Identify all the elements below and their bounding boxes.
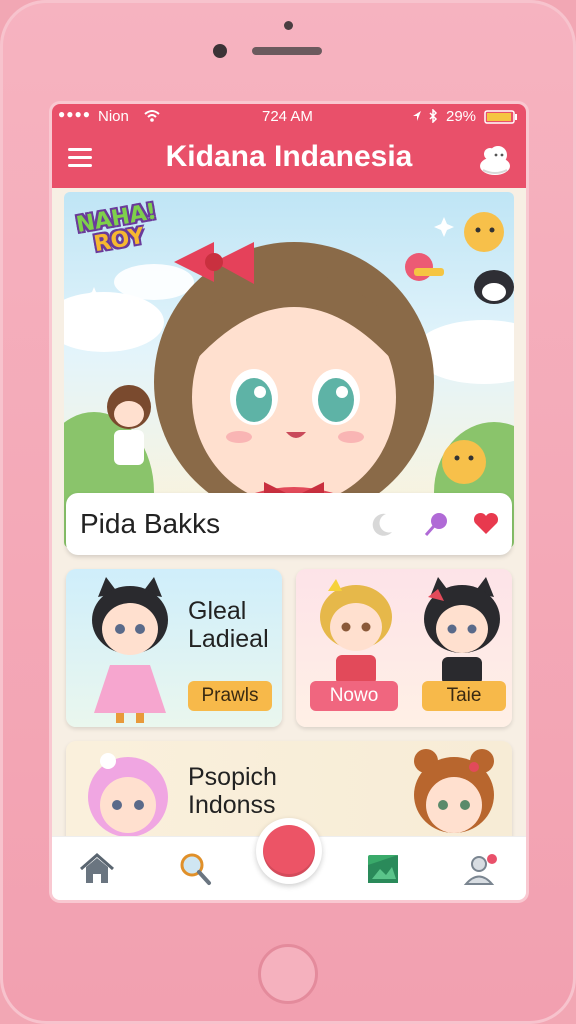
status-bar: ●●●● Nion 724 AM 29% (52, 104, 526, 130)
heart-icon[interactable] (472, 510, 500, 538)
carrier-name: Nion (98, 108, 129, 125)
character-card-2[interactable]: Nowo Taie (296, 569, 512, 727)
character-card-1[interactable]: Gleal Ladieal Prawls (66, 569, 282, 727)
proximity-sensor (284, 21, 293, 30)
profile-avatar-icon[interactable] (476, 140, 514, 178)
image-icon[interactable] (364, 851, 402, 887)
card-1-title-line1: Gleal (188, 597, 247, 625)
search-icon[interactable] (176, 851, 214, 887)
earpiece-speaker (252, 47, 322, 55)
character-illustration-blonde-girl (320, 579, 392, 685)
status-time: 724 AM (262, 108, 313, 125)
location-arrow-icon (413, 111, 421, 121)
signal-dots: ●●●● (58, 107, 91, 121)
content-area: NAHA! ROY Pida Bakks Gleal Ladieal Prawl… (52, 188, 526, 851)
card-1-title-line2: Ladieal (188, 625, 269, 653)
card-2-right-button[interactable]: Taie (422, 681, 506, 711)
app-screen: ●●●● Nion 724 AM 29% Kidana Indanesia NA… (52, 104, 526, 900)
wifi-icon (144, 110, 160, 122)
profile-icon[interactable] (462, 851, 500, 887)
card-1-title: Gleal Ladieal (188, 597, 269, 653)
battery-icon (484, 110, 517, 124)
phone-home-button[interactable] (258, 944, 318, 1004)
hero-card-title: Pida Bakks (80, 508, 221, 539)
character-illustration-cat-girl (92, 577, 168, 723)
card-3-title-line2: Indonss (188, 791, 276, 819)
card-2-left-button[interactable]: Nowo (310, 681, 398, 711)
record-icon (263, 825, 315, 877)
battery-percent: 29% (446, 108, 477, 125)
character-illustration-brown-hair-girl (414, 749, 494, 833)
card-1-button[interactable]: Prawls (188, 681, 272, 711)
moon-icon[interactable] (368, 510, 396, 538)
record-button[interactable] (256, 818, 322, 884)
card-3-title-line1: Psopich (188, 763, 277, 791)
bluetooth-icon (429, 109, 438, 123)
app-title: Kidana Indanesia (165, 140, 413, 173)
lollipop-icon[interactable] (422, 510, 450, 538)
character-illustration-black-cat-girl (424, 577, 500, 685)
card-3-title: Psopich Indonss (188, 763, 277, 819)
hero-card[interactable]: Pida Bakks (66, 493, 512, 555)
front-camera (213, 44, 227, 58)
character-illustration-pink-hair-girl (88, 753, 168, 837)
app-header: Kidana Indanesia (52, 130, 526, 188)
home-icon[interactable] (78, 851, 116, 887)
phone-frame: ●●●● Nion 724 AM 29% Kidana Indanesia NA… (0, 0, 576, 1024)
